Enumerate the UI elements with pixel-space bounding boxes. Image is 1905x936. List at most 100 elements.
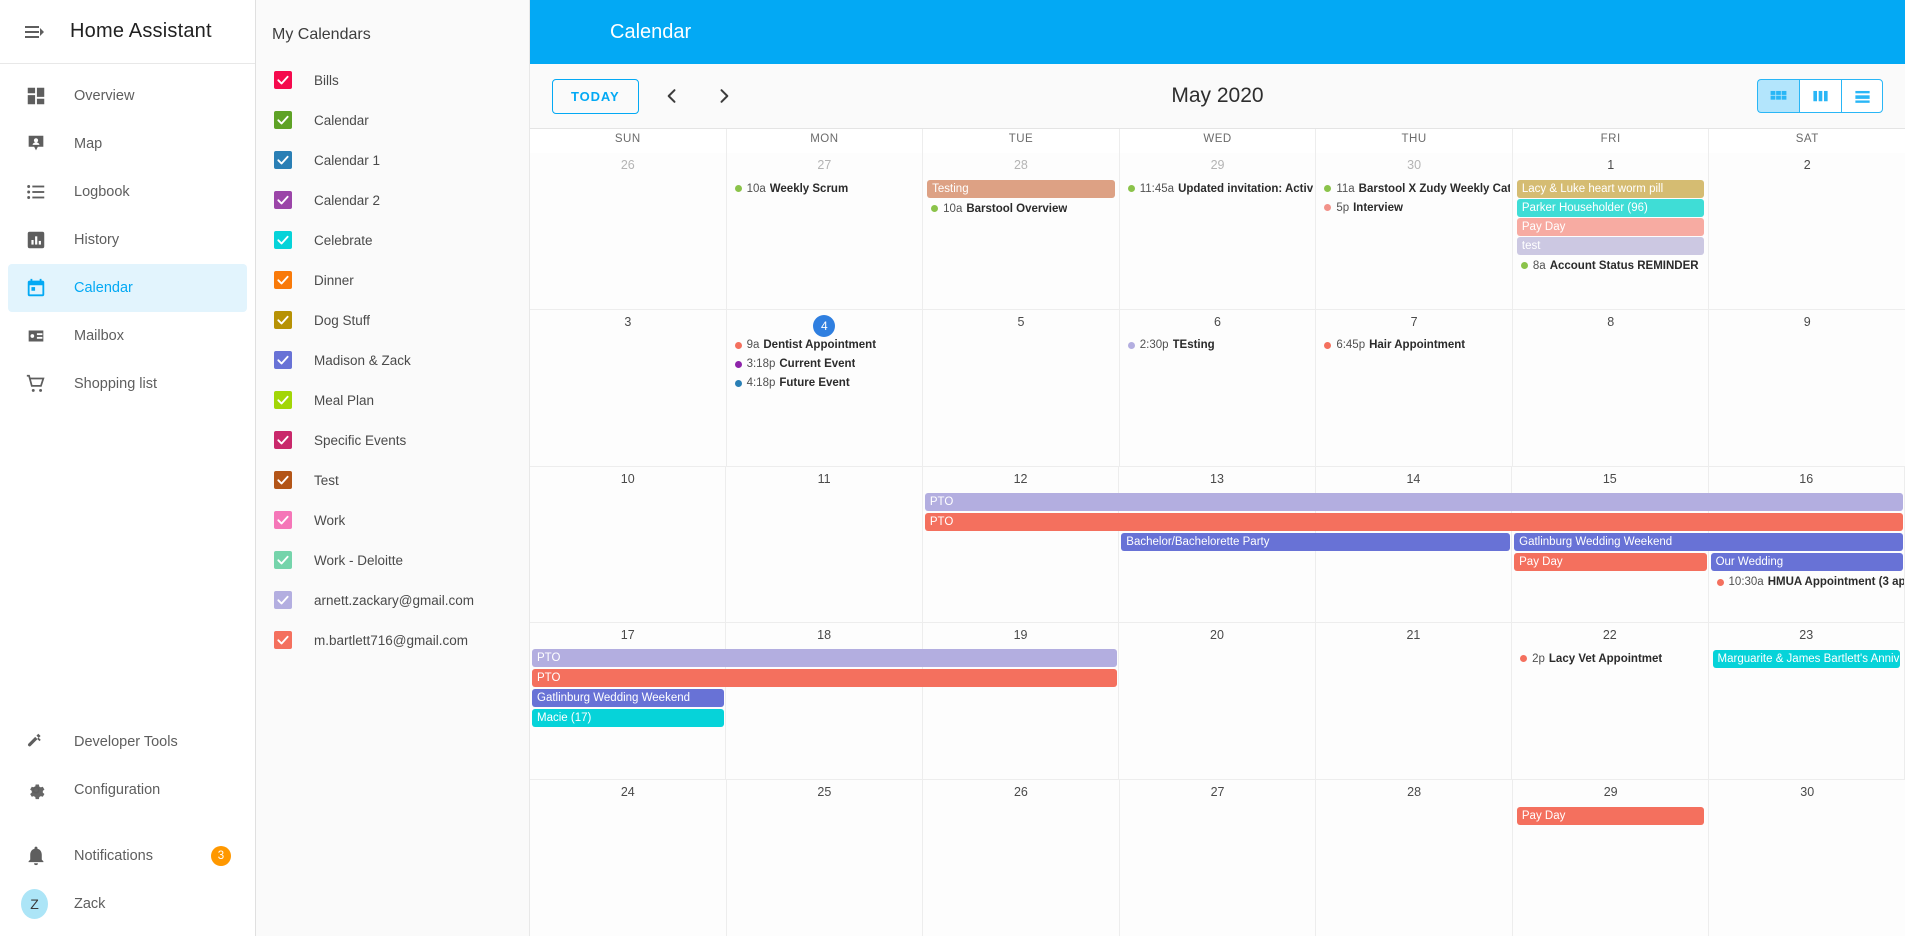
multi-day-event-bar[interactable]: Macie (17) [532, 709, 724, 727]
list-view-button[interactable] [1841, 79, 1883, 113]
sidebar-item-map[interactable]: Map [8, 120, 247, 168]
timed-event-row[interactable]: 2pLacy Vet Appointmet [1514, 649, 1705, 668]
calendar-day-cell[interactable]: 1Lacy & Luke heart worm pillParker House… [1513, 153, 1710, 309]
timed-event-row[interactable]: 5pInterview [1318, 198, 1510, 217]
calendar-day-cell[interactable]: 23Marguarite & James Bartlett's Anniv [1709, 623, 1905, 779]
calendar-checkbox[interactable] [274, 311, 292, 329]
calendar-day-cell[interactable]: 30 [1709, 780, 1905, 936]
calendar-filter-item[interactable]: Calendar 1 [256, 140, 529, 180]
calendar-day-cell[interactable]: 222pLacy Vet Appointmet [1512, 623, 1708, 779]
calendar-filter-item[interactable]: m.bartlett716@gmail.com [256, 620, 529, 660]
calendar-day-cell[interactable]: 26 [530, 153, 727, 309]
timed-event-row[interactable]: 10:30aHMUA Appointment (3 ap [1711, 573, 1904, 592]
next-month-button[interactable] [705, 77, 743, 115]
multi-day-event-bar[interactable]: PTO [925, 493, 1903, 511]
calendar-day-cell[interactable]: 28 [1316, 780, 1513, 936]
timed-event-row[interactable]: 2:30pTEsting [1122, 336, 1314, 355]
calendar-checkbox[interactable] [274, 231, 292, 249]
timed-event-row[interactable]: 3:18pCurrent Event [729, 355, 921, 374]
timed-event-row[interactable]: 10aWeekly Scrum [729, 179, 921, 198]
calendar-filter-item[interactable]: Specific Events [256, 420, 529, 460]
calendar-filter-item[interactable]: Test [256, 460, 529, 500]
calendar-day-cell[interactable]: 11 [726, 467, 922, 623]
calendar-checkbox[interactable] [274, 271, 292, 289]
month-view-button[interactable] [1757, 79, 1799, 113]
multi-day-event-bar[interactable]: Our Wedding [1711, 553, 1903, 571]
calendar-checkbox[interactable] [274, 191, 292, 209]
calendar-day-cell[interactable]: 3011aBarstool X Zudy Weekly Cat5pIntervi… [1316, 153, 1513, 309]
calendar-day-cell[interactable]: 20 [1119, 623, 1315, 779]
sidebar-item-developer-tools[interactable]: Developer Tools [8, 718, 247, 766]
multi-day-event-bar[interactable]: PTO [532, 669, 1117, 687]
calendar-day-cell[interactable]: 8 [1513, 310, 1710, 466]
today-button[interactable]: TODAY [552, 79, 639, 114]
all-day-event-chip[interactable]: Pay Day [1517, 807, 1705, 825]
calendar-filter-item[interactable]: Meal Plan [256, 380, 529, 420]
calendar-filter-item[interactable]: Work [256, 500, 529, 540]
timed-event-row[interactable]: 4:18pFuture Event [729, 374, 921, 393]
sidebar-item-notifications[interactable]: Notifications 3 [8, 832, 247, 880]
calendar-day-cell[interactable]: 3 [530, 310, 727, 466]
multi-day-event-bar[interactable]: Gatlinburg Wedding Weekend [1514, 533, 1903, 551]
sidebar-item-overview[interactable]: Overview [8, 72, 247, 120]
sidebar-item-shopping-list[interactable]: Shopping list [8, 360, 247, 408]
calendar-day-cell[interactable]: 5 [923, 310, 1120, 466]
timed-event-row[interactable]: 11:45aUpdated invitation: Activi [1122, 179, 1314, 198]
sidebar-item-history[interactable]: History [8, 216, 247, 264]
all-day-event-chip[interactable]: Marguarite & James Bartlett's Anniv [1713, 650, 1900, 668]
all-day-event-chip[interactable]: Lacy & Luke heart worm pill [1517, 180, 1705, 198]
sidebar-item-user-profile[interactable]: Z Zack [8, 880, 247, 928]
calendar-day-cell[interactable]: 49aDentist Appointment3:18pCurrent Event… [727, 310, 924, 466]
calendar-checkbox[interactable] [274, 511, 292, 529]
timed-event-row[interactable]: 8aAccount Status REMINDER [1515, 256, 1707, 275]
all-day-event-chip[interactable]: Parker Householder (96) [1517, 199, 1705, 217]
calendar-filter-item[interactable]: Work - Deloitte [256, 540, 529, 580]
calendar-filter-item[interactable]: arnett.zackary@gmail.com [256, 580, 529, 620]
all-day-event-chip[interactable]: test [1517, 237, 1705, 255]
multi-day-event-bar[interactable]: Gatlinburg Wedding Weekend [532, 689, 724, 707]
all-day-event-chip[interactable]: Pay Day [1517, 218, 1705, 236]
calendar-day-cell[interactable]: 27 [1120, 780, 1317, 936]
calendar-day-cell[interactable]: 18 [726, 623, 922, 779]
calendar-filter-item[interactable]: Dinner [256, 260, 529, 300]
multi-day-event-bar[interactable]: Bachelor/Bachelorette Party [1121, 533, 1510, 551]
calendar-day-cell[interactable]: 29Pay Day [1513, 780, 1710, 936]
calendar-checkbox[interactable] [274, 351, 292, 369]
sidebar-item-logbook[interactable]: Logbook [8, 168, 247, 216]
calendar-checkbox[interactable] [274, 431, 292, 449]
calendar-day-cell[interactable]: 10 [530, 467, 726, 623]
calendar-checkbox[interactable] [274, 71, 292, 89]
calendar-filter-item[interactable]: Bills [256, 60, 529, 100]
calendar-day-cell[interactable]: 2710aWeekly Scrum [727, 153, 924, 309]
multi-day-event-bar[interactable]: PTO [925, 513, 1903, 531]
calendar-filter-item[interactable]: Calendar [256, 100, 529, 140]
calendar-day-cell[interactable]: 24 [530, 780, 727, 936]
calendar-checkbox[interactable] [274, 151, 292, 169]
calendar-day-cell[interactable]: 28Testing10aBarstool Overview [923, 153, 1120, 309]
timed-event-row[interactable]: 10aBarstool Overview [925, 199, 1117, 218]
calendar-checkbox[interactable] [274, 631, 292, 649]
calendar-day-cell[interactable]: 26 [923, 780, 1120, 936]
calendar-day-cell[interactable]: 25 [727, 780, 924, 936]
calendar-day-cell[interactable]: 62:30pTEsting [1120, 310, 1317, 466]
calendar-checkbox[interactable] [274, 591, 292, 609]
sidebar-item-configuration[interactable]: Configuration [8, 766, 247, 814]
calendar-day-cell[interactable]: 21 [1316, 623, 1512, 779]
calendar-checkbox[interactable] [274, 111, 292, 129]
calendar-day-cell[interactable]: 19 [923, 623, 1119, 779]
calendar-checkbox[interactable] [274, 551, 292, 569]
sidebar-item-calendar[interactable]: Calendar [8, 264, 247, 312]
calendar-filter-item[interactable]: Dog Stuff [256, 300, 529, 340]
calendar-day-cell[interactable]: 12 [923, 467, 1119, 623]
all-day-event-chip[interactable]: Testing [927, 180, 1115, 198]
calendar-day-cell[interactable]: 76:45pHair Appointment [1316, 310, 1513, 466]
multi-day-event-bar[interactable]: Pay Day [1514, 553, 1706, 571]
calendar-filter-item[interactable]: Calendar 2 [256, 180, 529, 220]
timed-event-row[interactable]: 11aBarstool X Zudy Weekly Cat [1318, 179, 1510, 198]
calendar-day-cell[interactable]: 2 [1709, 153, 1905, 309]
hamburger-menu-icon[interactable] [14, 12, 54, 52]
calendar-day-cell[interactable]: 9 [1709, 310, 1905, 466]
timed-event-row[interactable]: 6:45pHair Appointment [1318, 336, 1510, 355]
timed-event-row[interactable]: 9aDentist Appointment [729, 336, 921, 355]
multi-day-event-bar[interactable]: PTO [532, 649, 1117, 667]
